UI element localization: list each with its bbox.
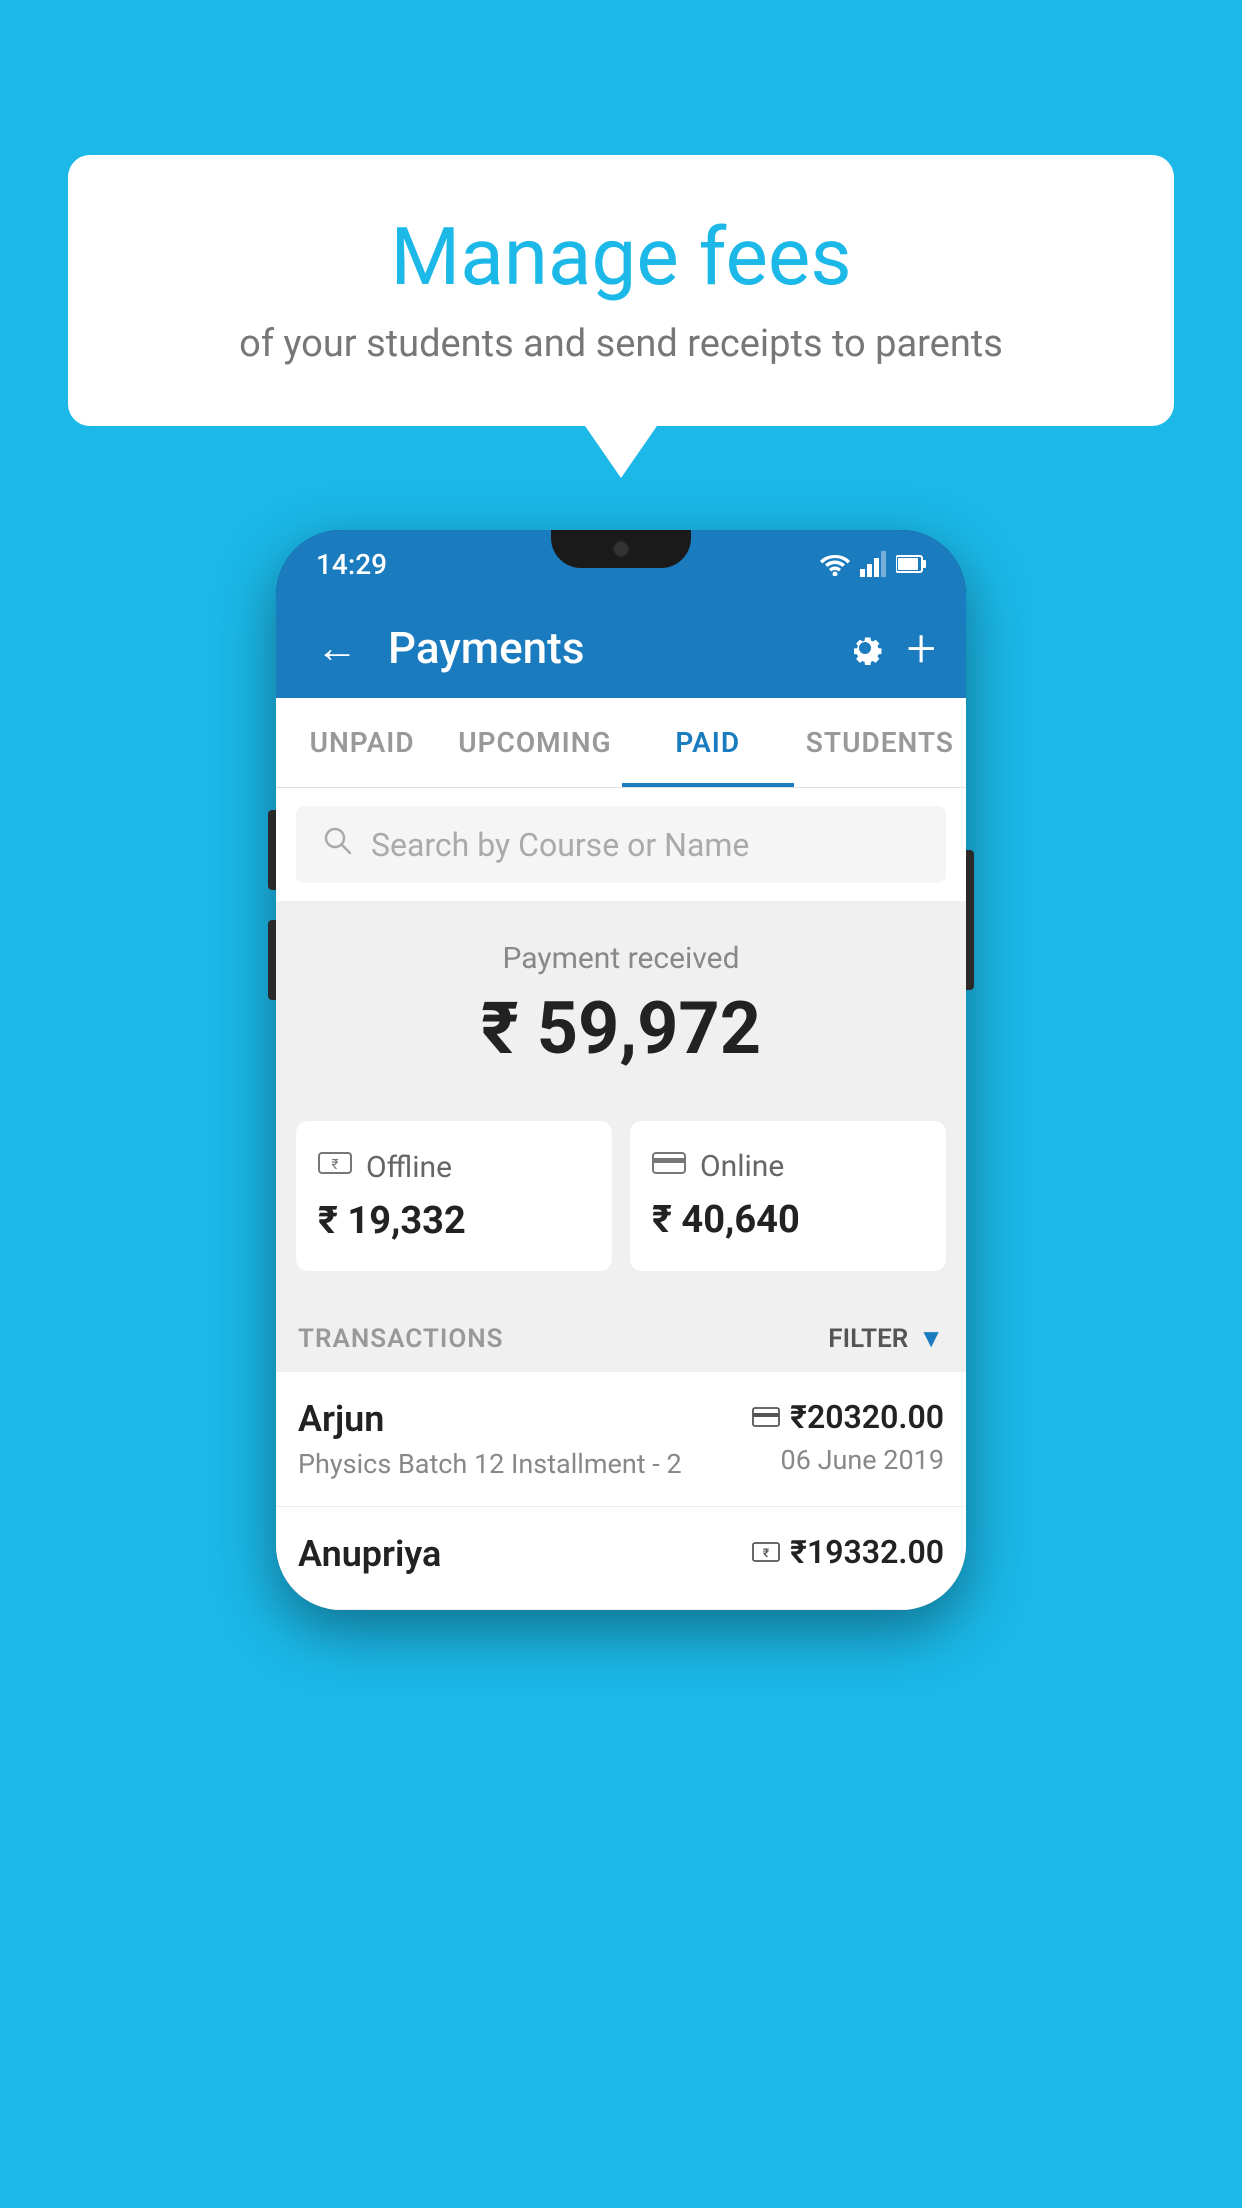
- power-button: [966, 850, 974, 990]
- table-row[interactable]: Arjun Physics Batch 12 Installment - 2: [276, 1372, 966, 1507]
- settings-icon[interactable]: [843, 626, 887, 670]
- online-payment-icon: [652, 1149, 686, 1184]
- table-row[interactable]: Anupriya ₹ ₹19332.00: [276, 1507, 966, 1610]
- online-icon-small: [752, 1406, 780, 1428]
- svg-text:₹: ₹: [763, 1546, 770, 1560]
- transactions-list: Arjun Physics Batch 12 Installment - 2: [276, 1372, 966, 1610]
- search-bar[interactable]: Search by Course or Name: [296, 806, 946, 883]
- online-card-amount: ₹ 40,640: [652, 1198, 924, 1242]
- payment-received-label: Payment received: [276, 941, 966, 976]
- transaction-amount: ₹20320.00: [752, 1398, 944, 1436]
- transaction-detail: Physics Batch 12 Installment - 2: [298, 1448, 752, 1480]
- online-card-header: Online: [652, 1149, 924, 1184]
- svg-text:₹: ₹: [331, 1157, 338, 1173]
- app-bar-actions: +: [843, 618, 936, 679]
- phone-device: 14:29: [276, 530, 966, 1610]
- tab-students[interactable]: STUDENTS: [794, 698, 966, 787]
- phone-notch: [551, 530, 691, 568]
- app-bar-title: Payments: [388, 622, 823, 674]
- tabs-bar: UNPAID UPCOMING PAID STUDENTS: [276, 698, 966, 788]
- filter-label: FILTER: [828, 1324, 908, 1354]
- speech-bubble: Manage fees of your students and send re…: [68, 155, 1174, 426]
- transaction-amount: ₹ ₹19332.00: [752, 1533, 944, 1571]
- phone-screen: 14:29: [276, 530, 966, 1610]
- payment-received-section: Payment received ₹ 59,972: [276, 901, 966, 1101]
- search-placeholder: Search by Course or Name: [371, 826, 749, 864]
- tab-upcoming[interactable]: UPCOMING: [448, 698, 621, 787]
- wifi-icon: [820, 552, 850, 576]
- signal-icon: [860, 551, 886, 577]
- search-bar-container: Search by Course or Name: [276, 788, 966, 901]
- offline-payment-card: ₹ Offline ₹ 19,332: [296, 1121, 612, 1271]
- app-bar: ← Payments +: [276, 598, 966, 698]
- transactions-label: TRANSACTIONS: [298, 1324, 504, 1354]
- transaction-right-arjun: ₹20320.00 06 June 2019: [752, 1398, 944, 1476]
- back-button[interactable]: ←: [306, 614, 368, 683]
- offline-icon-small: ₹: [752, 1541, 780, 1563]
- app-content: Search by Course or Name Payment receive…: [276, 788, 966, 1610]
- payment-cards: ₹ Offline ₹ 19,332: [276, 1101, 966, 1301]
- phone-body: 14:29: [276, 530, 966, 1610]
- transaction-left-arjun: Arjun Physics Batch 12 Installment - 2: [298, 1398, 752, 1480]
- transaction-name: Arjun: [298, 1398, 752, 1440]
- offline-card-label: Offline: [366, 1150, 452, 1185]
- search-icon: [321, 824, 353, 865]
- filter-icon: ▼: [918, 1323, 944, 1354]
- battery-icon: [896, 554, 926, 574]
- online-card-label: Online: [700, 1149, 784, 1184]
- front-camera: [612, 540, 630, 558]
- status-icons: [820, 551, 926, 577]
- transaction-left-anupriya: Anupriya: [298, 1533, 752, 1583]
- speech-bubble-container: Manage fees of your students and send re…: [68, 155, 1174, 426]
- status-bar: 14:29: [276, 530, 966, 598]
- add-button[interactable]: +: [907, 618, 936, 679]
- tab-paid[interactable]: PAID: [622, 698, 794, 787]
- bubble-subtitle: of your students and send receipts to pa…: [138, 322, 1104, 366]
- filter-button[interactable]: FILTER ▼: [828, 1323, 944, 1354]
- status-time: 14:29: [316, 548, 387, 581]
- offline-card-amount: ₹ 19,332: [318, 1199, 590, 1243]
- volume-down-button: [268, 920, 276, 1000]
- payment-total-amount: ₹ 59,972: [276, 986, 966, 1071]
- offline-payment-icon: ₹: [318, 1149, 352, 1185]
- offline-card-header: ₹ Offline: [318, 1149, 590, 1185]
- tab-unpaid[interactable]: UNPAID: [276, 698, 448, 787]
- transaction-date: 06 June 2019: [752, 1444, 944, 1476]
- online-payment-card: Online ₹ 40,640: [630, 1121, 946, 1271]
- transaction-right-anupriya: ₹ ₹19332.00: [752, 1533, 944, 1579]
- volume-up-button: [268, 810, 276, 890]
- transaction-name: Anupriya: [298, 1533, 752, 1575]
- transactions-header: TRANSACTIONS FILTER ▼: [276, 1301, 966, 1372]
- bubble-title: Manage fees: [138, 210, 1104, 304]
